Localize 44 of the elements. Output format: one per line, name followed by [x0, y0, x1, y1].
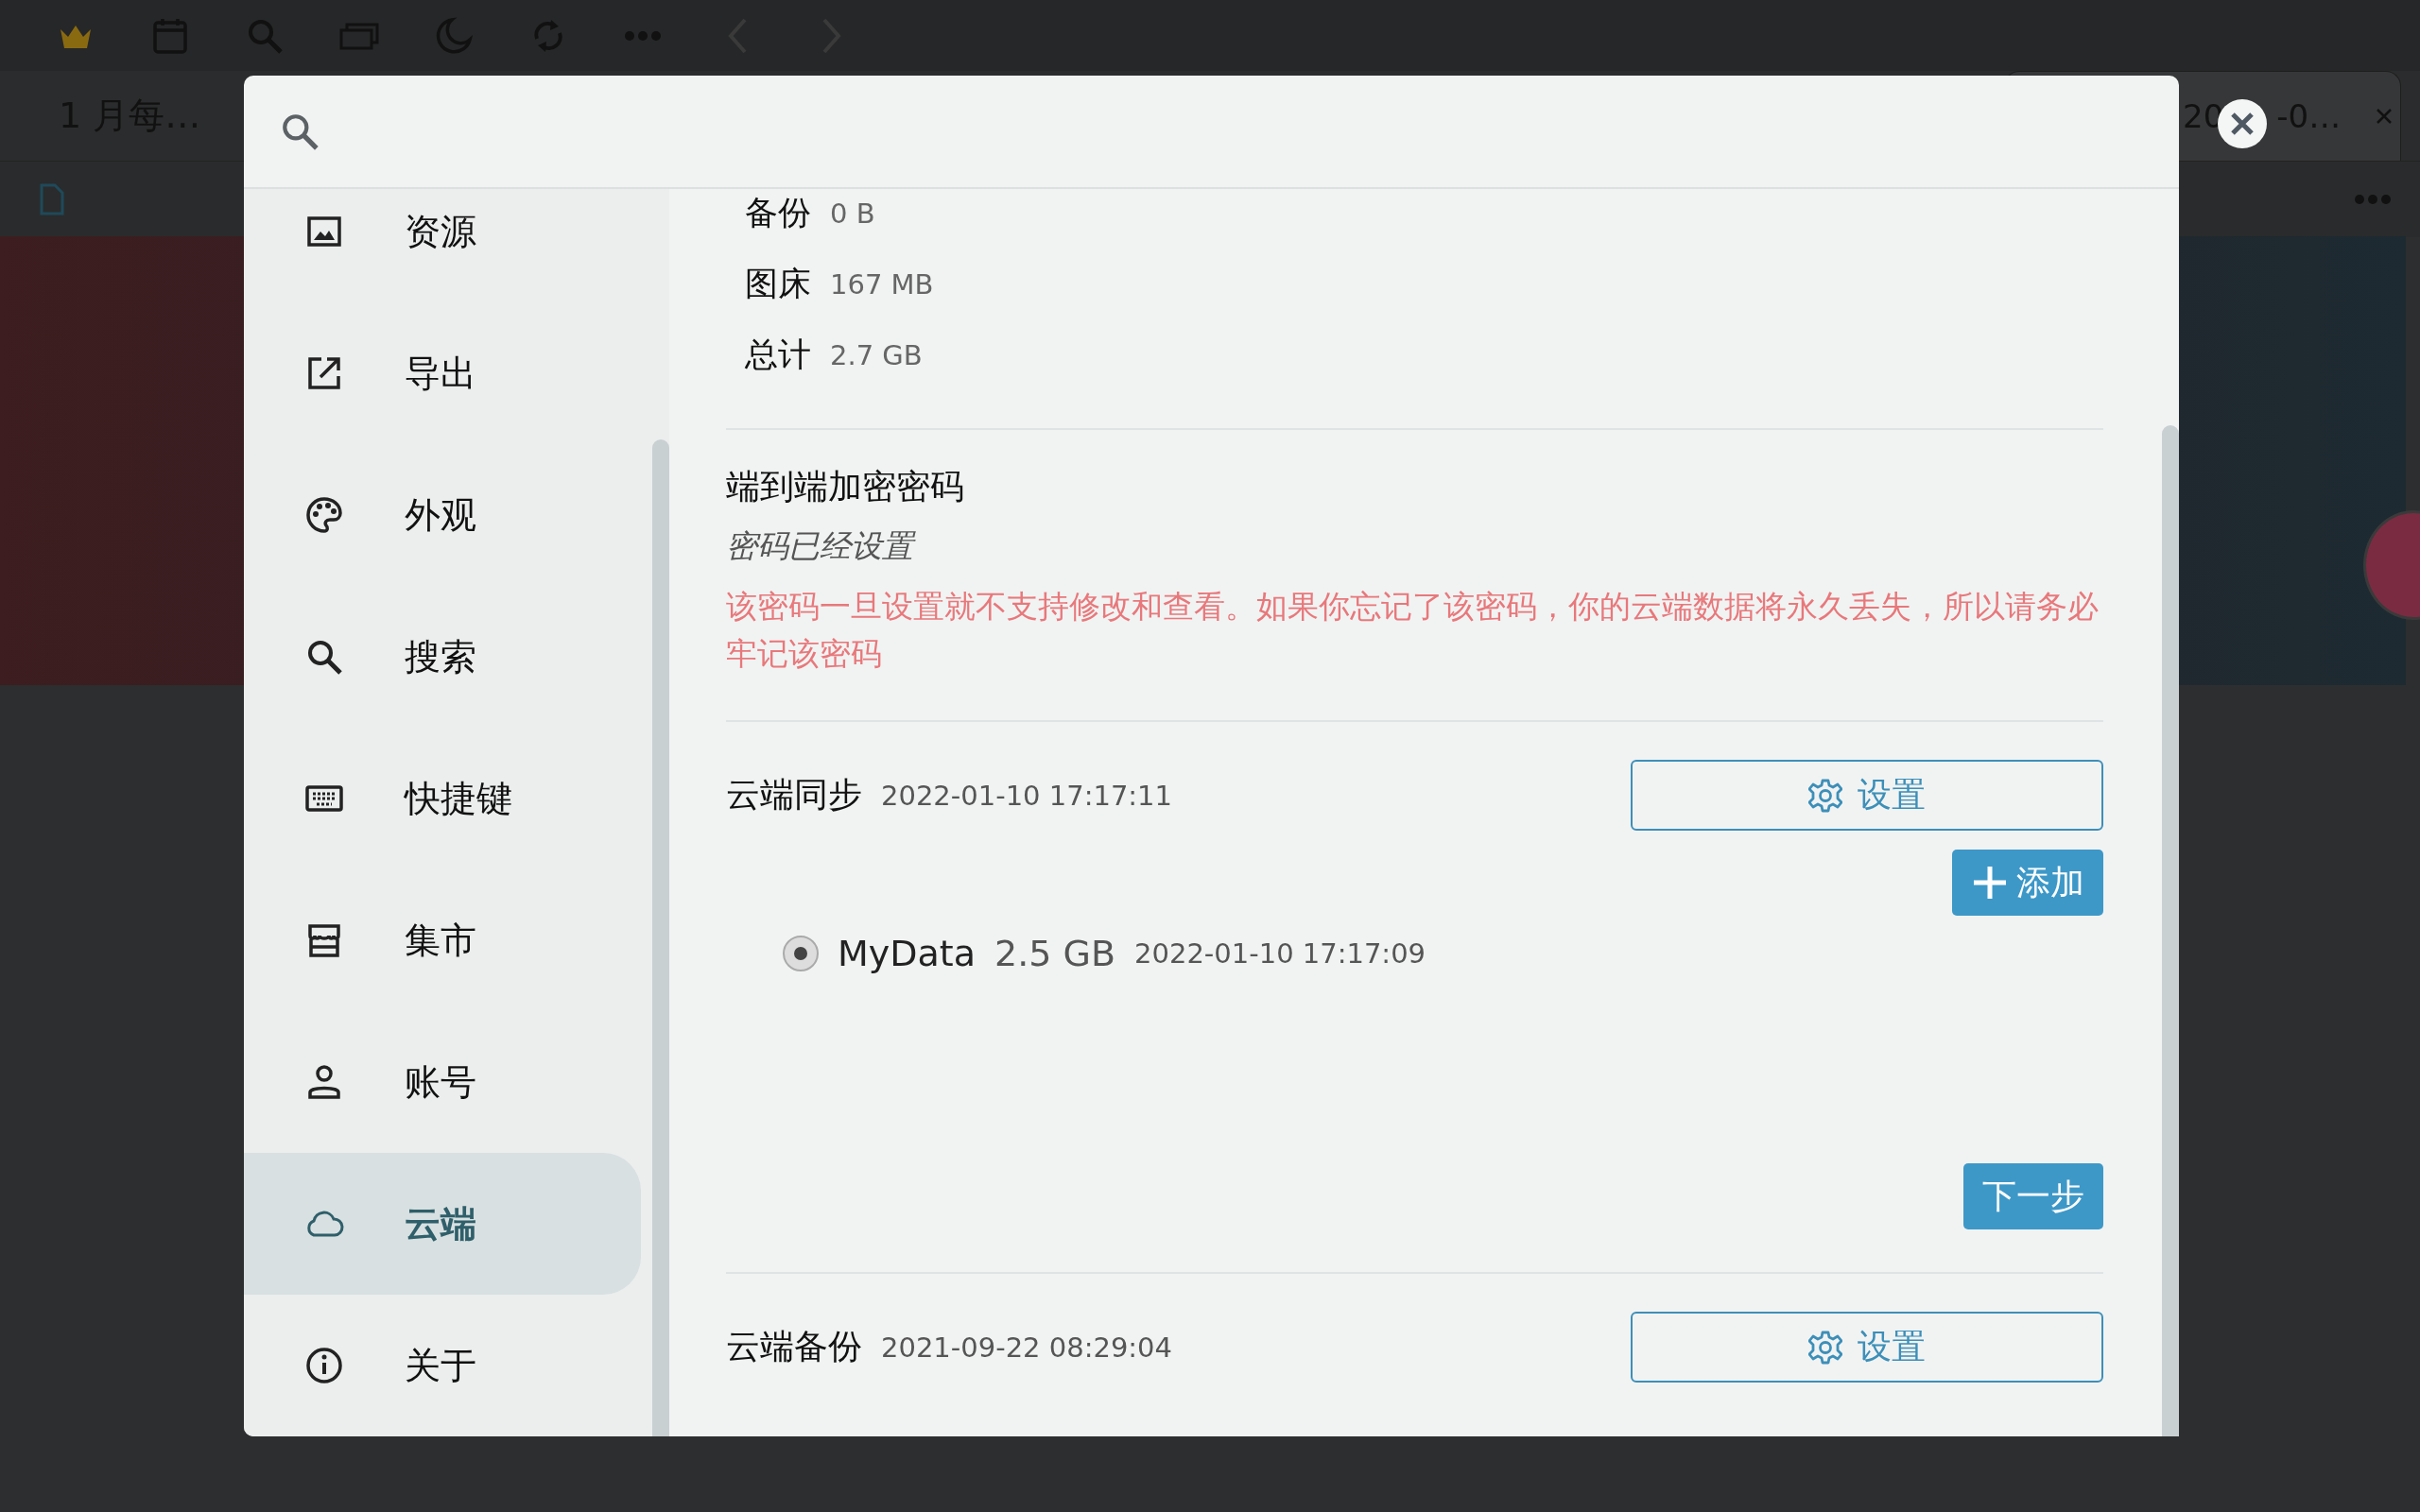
sidebar-item[interactable]: 关于: [244, 1295, 641, 1436]
sidebar-item[interactable]: 资源: [244, 189, 641, 302]
section-title: 云端同步: [726, 774, 862, 816]
sidebar-item[interactable]: 集市: [244, 869, 641, 1011]
warning-text: 该密码一旦设置就不支持修改和查看。如果你忘记了该密码，你的云端数据将永久丢失，所以请务必牢记该密码: [726, 587, 2100, 674]
timestamp: 2022-01-10 17:17:09: [1134, 937, 1426, 970]
usage-label: 图床: [745, 264, 811, 304]
sidebar-item[interactable]: 导出: [244, 302, 641, 444]
close-icon[interactable]: [2375, 107, 2394, 126]
sync-icon[interactable]: [532, 17, 564, 54]
more-icon[interactable]: [2354, 194, 2392, 205]
timestamp: 2022-01-10 17:17:11: [881, 779, 1172, 812]
calendar-icon[interactable]: [152, 16, 188, 55]
gear-icon: [1808, 778, 1842, 813]
section-title: 端到端加密密码: [726, 466, 965, 507]
usage-value: 0 B: [830, 197, 875, 230]
plus-icon: [1971, 864, 2009, 902]
usage-value: 167 MB: [830, 267, 934, 301]
section-title: 云端备份: [726, 1326, 862, 1367]
sidebar-item[interactable]: 云端: [244, 1153, 641, 1295]
document-icon: [40, 183, 64, 215]
sidebar-item[interactable]: 快捷键: [244, 728, 641, 869]
usage-value: 2.7 GB: [830, 338, 923, 371]
sidebar-item[interactable]: 搜索: [244, 586, 641, 728]
sidebar-item[interactable]: 外观: [244, 444, 641, 586]
radio-button[interactable]: [783, 936, 819, 971]
palette-icon: [304, 496, 344, 534]
usage-label: 总计: [745, 335, 811, 375]
repo-size: 2.5 GB: [994, 933, 1116, 974]
timestamp: 2021-09-22 08:29:04: [881, 1331, 1172, 1364]
gear-icon: [1808, 1330, 1842, 1365]
scrollbar[interactable]: [2162, 425, 2179, 1436]
scrollbar[interactable]: [652, 439, 669, 1436]
password-status: 密码已经设置: [726, 525, 2103, 568]
cloud-icon: [304, 1210, 344, 1238]
usage-label: 备份: [745, 193, 811, 233]
sidebar-item[interactable]: 账号: [244, 1011, 641, 1153]
repo-name: MyData: [838, 933, 976, 974]
more-icon[interactable]: [624, 29, 662, 42]
keyboard-icon: [304, 784, 344, 813]
moon-icon[interactable]: [435, 16, 473, 55]
windows-icon[interactable]: [339, 21, 379, 50]
info-icon: [304, 1347, 344, 1384]
search-icon[interactable]: [280, 112, 320, 151]
